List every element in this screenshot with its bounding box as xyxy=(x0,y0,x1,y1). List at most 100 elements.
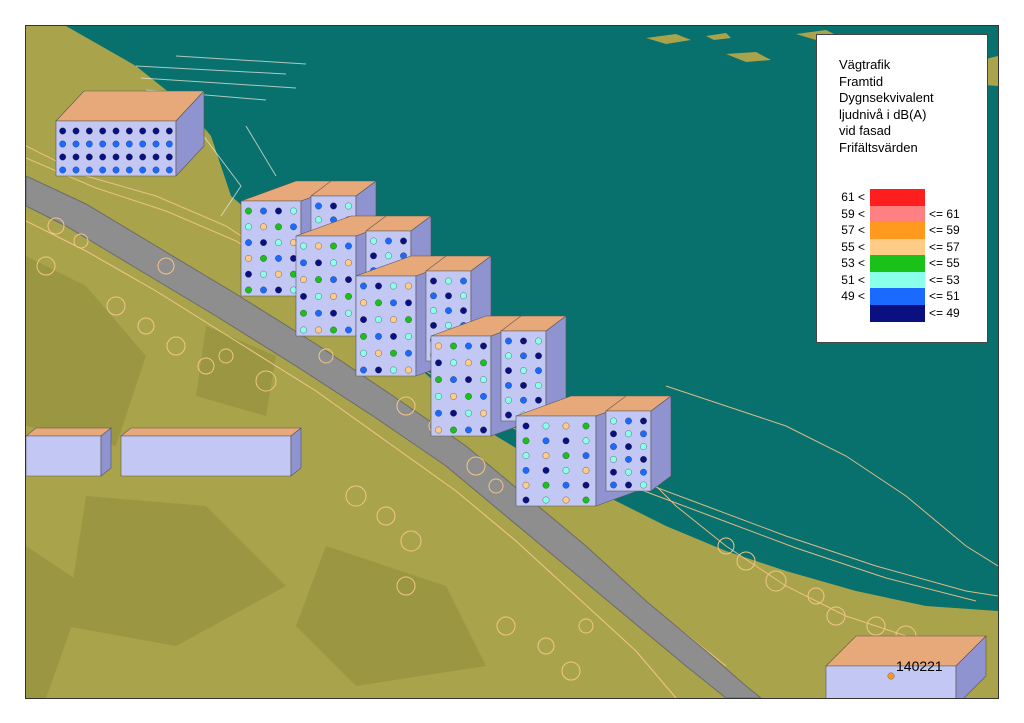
legend-color-swatch xyxy=(870,205,925,223)
facade-noise-point xyxy=(72,153,80,161)
facade-noise-point xyxy=(260,239,267,246)
facade-noise-point xyxy=(275,255,282,262)
facade-noise-point xyxy=(85,153,93,161)
facade-noise-point xyxy=(245,286,252,294)
facade-noise-point xyxy=(390,366,397,374)
facade-noise-point xyxy=(450,409,457,417)
facade-noise-point xyxy=(435,359,442,367)
building-facade xyxy=(355,275,417,377)
facade-noise-point xyxy=(520,337,527,345)
legend-lower-bound: 59 < xyxy=(841,206,865,221)
facade-noise-point xyxy=(887,672,895,680)
facade-noise-point xyxy=(360,349,367,357)
facade-noise-point xyxy=(640,417,647,425)
facade-noise-point xyxy=(520,367,527,374)
facade-noise-point xyxy=(275,223,282,231)
facade-noise-point xyxy=(610,481,617,489)
facade-noise-point xyxy=(562,452,570,459)
facade-noise-point xyxy=(139,166,147,174)
facade-noise-point xyxy=(610,468,617,476)
legend-lower-bound: 49 < xyxy=(841,289,865,303)
facade-noise-point xyxy=(542,467,550,474)
facade-noise-point xyxy=(390,316,397,323)
facade-noise-point xyxy=(260,286,267,294)
facade-noise-point xyxy=(625,430,632,438)
facade-noise-point xyxy=(345,242,352,250)
facade-noise-point xyxy=(505,337,512,345)
facade-noise-point xyxy=(345,202,352,210)
facade-noise-point xyxy=(460,277,467,285)
building-facade xyxy=(120,435,292,477)
legend-lower-bound: 51 < xyxy=(841,272,865,287)
facade-noise-point xyxy=(522,496,530,504)
facade-noise-point xyxy=(345,326,352,334)
facade-noise-point xyxy=(445,322,452,329)
facade-noise-point xyxy=(542,452,550,459)
facade-noise-point xyxy=(640,481,647,489)
facade-noise-point xyxy=(522,467,530,474)
facade-noise-point xyxy=(370,252,377,260)
facade-noise-point xyxy=(139,127,147,135)
facade-noise-point xyxy=(99,127,107,135)
facade-noise-point xyxy=(165,127,173,135)
facade-noise-point xyxy=(59,153,67,161)
facade-noise-point xyxy=(582,422,590,430)
facade-noise-point xyxy=(480,409,487,417)
legend-class-row: <= 49 xyxy=(817,304,989,322)
facade-noise-point xyxy=(330,293,337,300)
facade-noise-point xyxy=(430,292,437,300)
facade-noise-point xyxy=(465,426,472,434)
facade-noise-point xyxy=(300,309,307,317)
legend-title-line: Vägtrafik xyxy=(839,57,891,72)
facade-noise-point xyxy=(640,456,647,463)
facade-noise-point xyxy=(300,293,307,300)
facade-noise-point xyxy=(260,255,267,262)
legend-lower-bound: 53 < xyxy=(841,256,865,270)
facade-noise-point xyxy=(375,366,382,374)
facade-noise-point xyxy=(435,342,442,350)
facade-noise-point xyxy=(315,293,322,300)
map-frame: Vägtrafik Framtid Dygnsekvivalent ljudnivå … xyxy=(25,25,999,699)
facade-noise-point xyxy=(260,223,267,231)
noise-legend: Vägtrafik Framtid Dygnsekvivalent ljudnivå … xyxy=(816,34,988,343)
facade-noise-point xyxy=(405,299,412,307)
facade-noise-point xyxy=(505,382,512,389)
facade-noise-point xyxy=(480,376,487,383)
facade-noise-point xyxy=(405,316,412,323)
legend-color-swatch xyxy=(870,255,925,272)
facade-noise-point xyxy=(480,342,487,350)
facade-noise-point xyxy=(72,166,80,174)
legend-title-line: Dygnsekvivalent xyxy=(839,90,934,105)
facade-noise-point xyxy=(275,286,282,294)
facade-noise-point xyxy=(125,153,133,161)
facade-noise-point xyxy=(315,216,322,224)
facade-noise-point xyxy=(360,366,367,374)
legend-class-row: 59 < <= 61 xyxy=(817,205,989,223)
facade-noise-point xyxy=(300,276,307,283)
facade-noise-point xyxy=(315,242,322,250)
facade-noise-point xyxy=(610,456,617,463)
legend-upper-bound: <= 53 xyxy=(929,272,960,287)
legend-color-swatch xyxy=(870,288,925,305)
building-roof xyxy=(26,427,112,437)
facade-noise-point xyxy=(445,307,452,314)
facade-noise-point xyxy=(152,166,160,174)
facade-noise-point xyxy=(535,396,542,404)
facade-noise-point xyxy=(582,481,590,489)
legend-lower-bound: 61 < xyxy=(841,190,865,204)
facade-noise-point xyxy=(112,166,120,174)
legend-title-line: Frifältsvärden xyxy=(839,139,918,155)
facade-noise-point xyxy=(300,259,307,267)
facade-noise-point xyxy=(562,467,570,474)
legend-color-swatch xyxy=(870,304,925,322)
facade-noise-point xyxy=(375,316,382,323)
facade-noise-point xyxy=(59,166,67,174)
facade-noise-point xyxy=(582,467,590,474)
facade-noise-point xyxy=(582,452,590,459)
facade-noise-point xyxy=(625,417,632,425)
facade-noise-point xyxy=(610,430,617,438)
facade-noise-point xyxy=(522,422,530,430)
building-facade xyxy=(430,335,492,437)
legend-class-row: 53 < <= 55 xyxy=(817,255,989,272)
facade-noise-point xyxy=(125,166,133,174)
